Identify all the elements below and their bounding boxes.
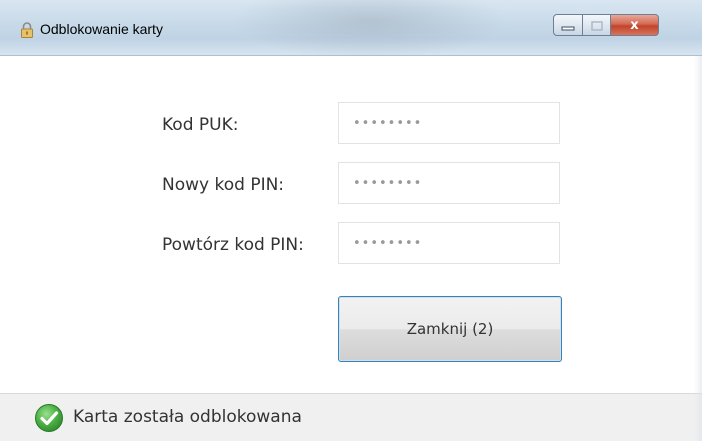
title-bar[interactable]: Odblokowanie karty x <box>0 0 702 62</box>
window-title: Odblokowanie karty <box>40 21 163 37</box>
close-window-button[interactable]: x <box>611 14 659 36</box>
status-message: Karta została odblokowana <box>73 407 302 427</box>
minimize-icon <box>561 16 575 35</box>
check-circle-icon <box>34 403 64 433</box>
window-controls: x <box>553 14 659 42</box>
new-pin-label: Nowy kod PIN: <box>162 175 285 195</box>
close-icon: x <box>630 17 639 33</box>
maximize-button[interactable] <box>583 14 611 36</box>
lock-icon <box>20 22 34 38</box>
window-edge <box>694 56 702 441</box>
repeat-pin-label: Powtórz kod PIN: <box>162 235 304 255</box>
minimize-button[interactable] <box>553 14 583 36</box>
form-area: Kod PUK: Nowy kod PIN: Powtórz kod PIN: … <box>0 56 702 393</box>
status-bar: Karta została odblokowana <box>0 393 702 441</box>
puk-field[interactable] <box>338 102 560 144</box>
unlock-card-window: Odblokowanie karty x Kod PUK: •••••••• N… <box>0 0 702 441</box>
repeat-pin-field[interactable] <box>338 222 560 264</box>
new-pin-field[interactable] <box>338 162 560 204</box>
close-button[interactable]: Zamknij (2) <box>338 296 562 362</box>
maximize-icon <box>590 16 603 35</box>
puk-label: Kod PUK: <box>162 115 239 135</box>
